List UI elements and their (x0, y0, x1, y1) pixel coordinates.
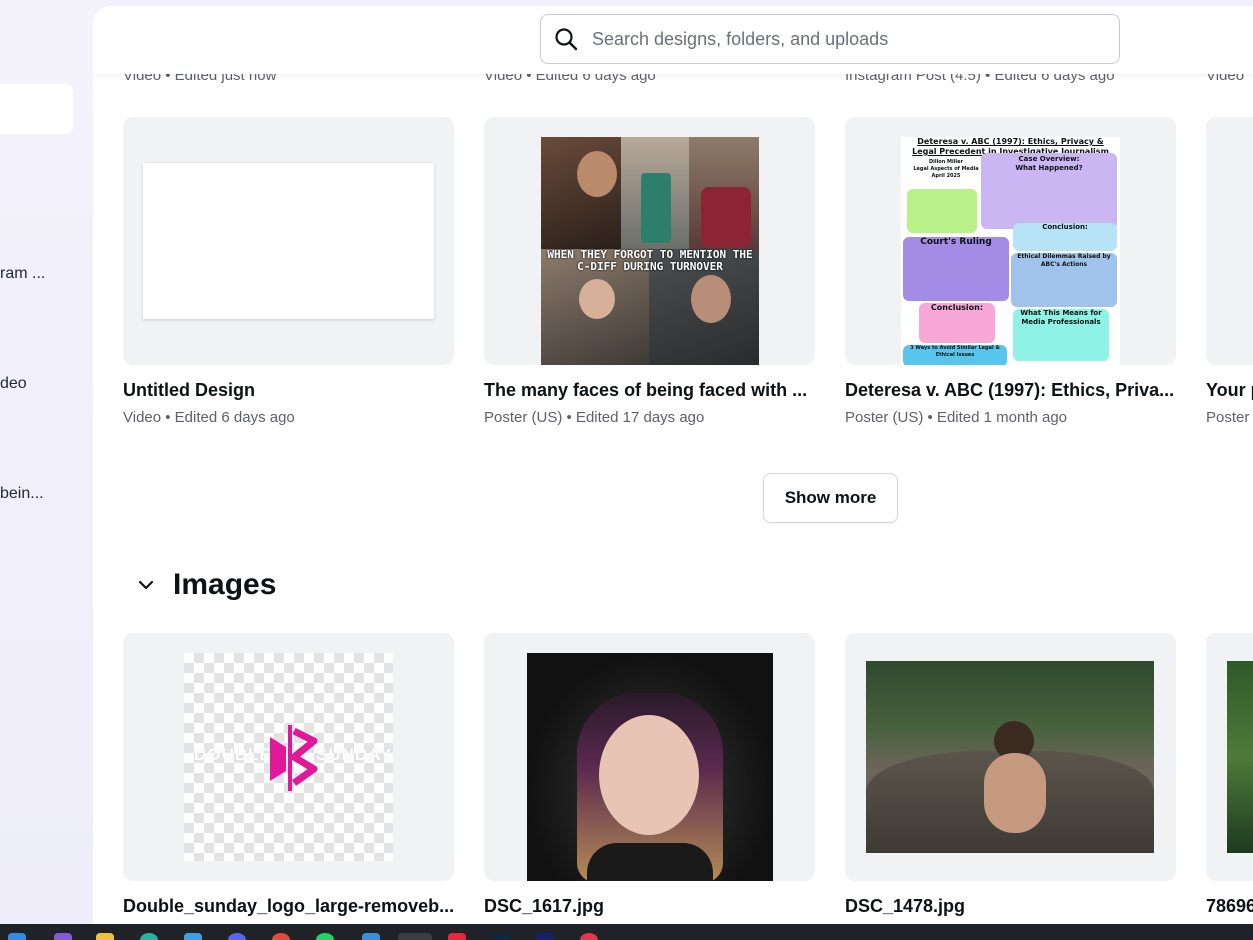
plant-photo (1227, 661, 1253, 853)
sidebar-item-instagram[interactable]: ram ... (0, 265, 45, 283)
search-bar[interactable] (540, 14, 1120, 64)
design-meta: Poster (US) • Edited 1 month ago (845, 409, 1068, 426)
forest-photo (866, 661, 1154, 853)
sidebar-item-video[interactable]: deo (0, 375, 27, 393)
image-thumbnail[interactable] (484, 633, 815, 881)
taskbar-app-icon[interactable] (580, 933, 598, 940)
design-meta: Poster (US) • Edited 17 days ago (484, 409, 705, 426)
taskbar-app-icon[interactable] (536, 933, 554, 940)
design-thumbnail[interactable]: Deteresa v. ABC (1997): Ethics, Privacy … (845, 117, 1176, 365)
design-meta: Video • Edited 6 days ago (123, 409, 295, 426)
design-title[interactable]: Untitled Design (123, 380, 454, 401)
sidebar-item-being[interactable]: bein... (0, 485, 44, 503)
chevron-down-icon[interactable] (135, 574, 157, 596)
image-thumbnail[interactable]: DOUBLE SUNDAY (123, 633, 454, 881)
design-title[interactable]: The many faces of being faced with ... (484, 380, 815, 401)
blank-canvas-preview (143, 163, 434, 319)
transparent-logo-preview: DOUBLE SUNDAY (184, 653, 393, 861)
taskbar-app-icon[interactable] (140, 933, 158, 940)
taskbar-active-app-icon[interactable] (398, 933, 432, 940)
os-taskbar (0, 924, 1253, 940)
image-title[interactable]: DSC_1617.jpg (484, 896, 815, 917)
image-thumbnail[interactable] (1206, 633, 1253, 881)
taskbar-app-icon[interactable] (272, 933, 290, 940)
search-icon (555, 28, 578, 51)
images-section-title: Images (173, 568, 277, 601)
design-thumbnail[interactable] (123, 117, 454, 365)
taskbar-app-icon[interactable] (448, 933, 466, 940)
design-thumbnail[interactable]: WHEN THEY FORGOT TO MENTION THE C-DIFF D… (484, 117, 815, 365)
start-icon[interactable] (8, 933, 26, 940)
collage-preview: WHEN THEY FORGOT TO MENTION THE C-DIFF D… (541, 137, 759, 365)
taskbar-app-icon[interactable] (54, 933, 72, 940)
sidebar-selected-item[interactable] (0, 84, 73, 134)
sidebar: ram ... deo bein... (0, 0, 93, 924)
taskbar-app-icon[interactable] (492, 933, 510, 940)
image-thumbnail[interactable] (845, 633, 1176, 881)
images-section-header[interactable]: Images (135, 568, 276, 602)
image-title[interactable]: 78696 (1206, 896, 1253, 917)
collage-caption: WHEN THEY FORGOT TO MENTION THE C-DIFF D… (547, 248, 753, 273)
top-bar (93, 6, 1253, 74)
poster-preview: Deteresa v. ABC (1997): Ethics, Privacy … (901, 137, 1120, 365)
folder-icon[interactable] (96, 933, 114, 940)
design-thumbnail[interactable] (1206, 117, 1253, 365)
show-more-button[interactable]: Show more (763, 473, 898, 523)
taskbar-app-icon[interactable] (184, 933, 202, 940)
taskbar-app-icon[interactable] (362, 933, 380, 940)
design-meta: Poster (1206, 409, 1250, 426)
design-title[interactable]: Your p (1206, 380, 1253, 401)
double-sunday-logo-icon (270, 725, 318, 791)
image-title[interactable]: Double_sunday_logo_large-removeb... (123, 896, 454, 917)
image-title[interactable]: DSC_1478.jpg (845, 896, 1176, 917)
design-title[interactable]: Deteresa v. ABC (1997): Ethics, Priva... (845, 380, 1176, 401)
taskbar-app-icon[interactable] (228, 933, 246, 940)
taskbar-app-icon[interactable] (316, 933, 334, 940)
main-panel: Video • Edited just now Video • Edited 6… (93, 6, 1253, 936)
portrait-photo (527, 653, 773, 881)
search-input[interactable] (592, 28, 1072, 50)
